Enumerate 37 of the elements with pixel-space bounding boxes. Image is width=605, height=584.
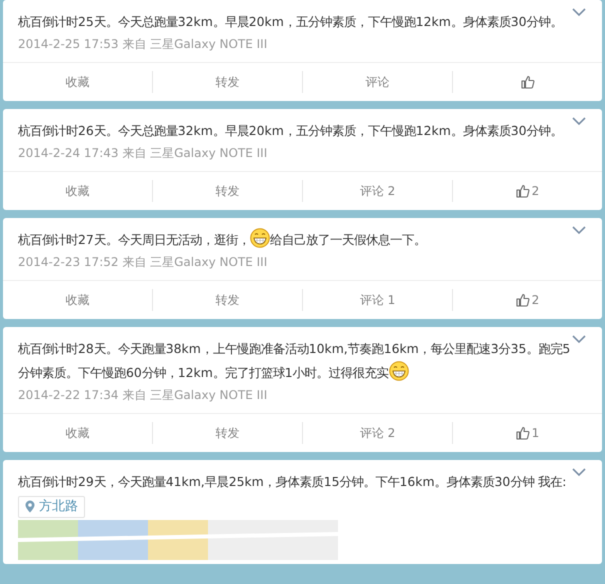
post-meta: 2014-2-23 17:52 来自 三星Galaxy NOTE III bbox=[18, 254, 268, 271]
chevron-down-icon[interactable] bbox=[572, 8, 586, 17]
post-text: 杭百倒计时27天。今天周日无活动，逛街， 给自己放了一天假休息一下。 bbox=[18, 228, 572, 252]
map-pin-icon bbox=[25, 500, 35, 514]
repost-button[interactable]: 转发 bbox=[152, 180, 302, 202]
comment-button[interactable]: 评论 2 bbox=[302, 180, 452, 202]
chevron-down-icon[interactable] bbox=[572, 335, 586, 344]
like-button[interactable]: 2 bbox=[452, 289, 602, 311]
thumbs-up-icon bbox=[516, 426, 530, 440]
favorite-button[interactable]: 收藏 bbox=[3, 180, 152, 202]
location-tag[interactable]: 方北路 bbox=[18, 496, 85, 518]
favorite-button[interactable]: 收藏 bbox=[3, 422, 152, 444]
thumbs-up-icon bbox=[516, 293, 530, 307]
post-meta: 2014-2-25 17:53 来自 三星Galaxy NOTE III bbox=[18, 36, 268, 53]
repost-button[interactable]: 转发 bbox=[152, 422, 302, 444]
like-button[interactable]: 1 bbox=[452, 422, 602, 444]
grin-emoji-icon bbox=[388, 361, 409, 381]
comment-button[interactable]: 评论 1 bbox=[302, 289, 452, 311]
chevron-down-icon[interactable] bbox=[572, 226, 586, 235]
favorite-button[interactable]: 收藏 bbox=[3, 289, 152, 311]
post-meta: 2014-2-24 17:43 来自 三星Galaxy NOTE III bbox=[18, 145, 268, 162]
chevron-down-icon[interactable] bbox=[572, 468, 586, 477]
comment-button[interactable]: 评论 bbox=[302, 71, 452, 93]
post-text: 杭百倒计时25天。今天总跑量32km。早晨20km，五分钟素质，下午慢跑12km。身体素质30分钟。 bbox=[18, 13, 564, 31]
post-text: 杭百倒计时28天。今天跑量38km，上午慢跑准备活动10km,节奏跑16km，每公里配速3分35。跑完5分钟素质。下午慢跑60分钟，12km。完了打篮球1小时。过得很充实 bbox=[18, 340, 572, 383]
like-button[interactable]: 2 bbox=[452, 180, 602, 202]
grin-emoji-icon bbox=[250, 228, 270, 248]
post-text: 杭百倒计时26天。今天总跑量32km。早晨20km，五分钟素质，下午慢跑12km。身体素质30分钟。 bbox=[18, 122, 564, 140]
favorite-button[interactable]: 收藏 bbox=[3, 71, 152, 93]
chevron-down-icon[interactable] bbox=[572, 117, 586, 126]
post-text: 杭百倒计时29天，今天跑量41km,早晨25km，身体素质15分钟。下午16km。身体素质30分钟 我在: 方北路 bbox=[18, 470, 572, 518]
thumbs-up-icon bbox=[520, 75, 534, 89]
comment-button[interactable]: 评论 2 bbox=[302, 422, 452, 444]
thumbs-up-icon bbox=[516, 184, 530, 198]
repost-button[interactable]: 转发 bbox=[152, 289, 302, 311]
repost-button[interactable]: 转发 bbox=[152, 71, 302, 93]
post-meta: 2014-2-22 17:34 来自 三星Galaxy NOTE III bbox=[18, 387, 268, 404]
